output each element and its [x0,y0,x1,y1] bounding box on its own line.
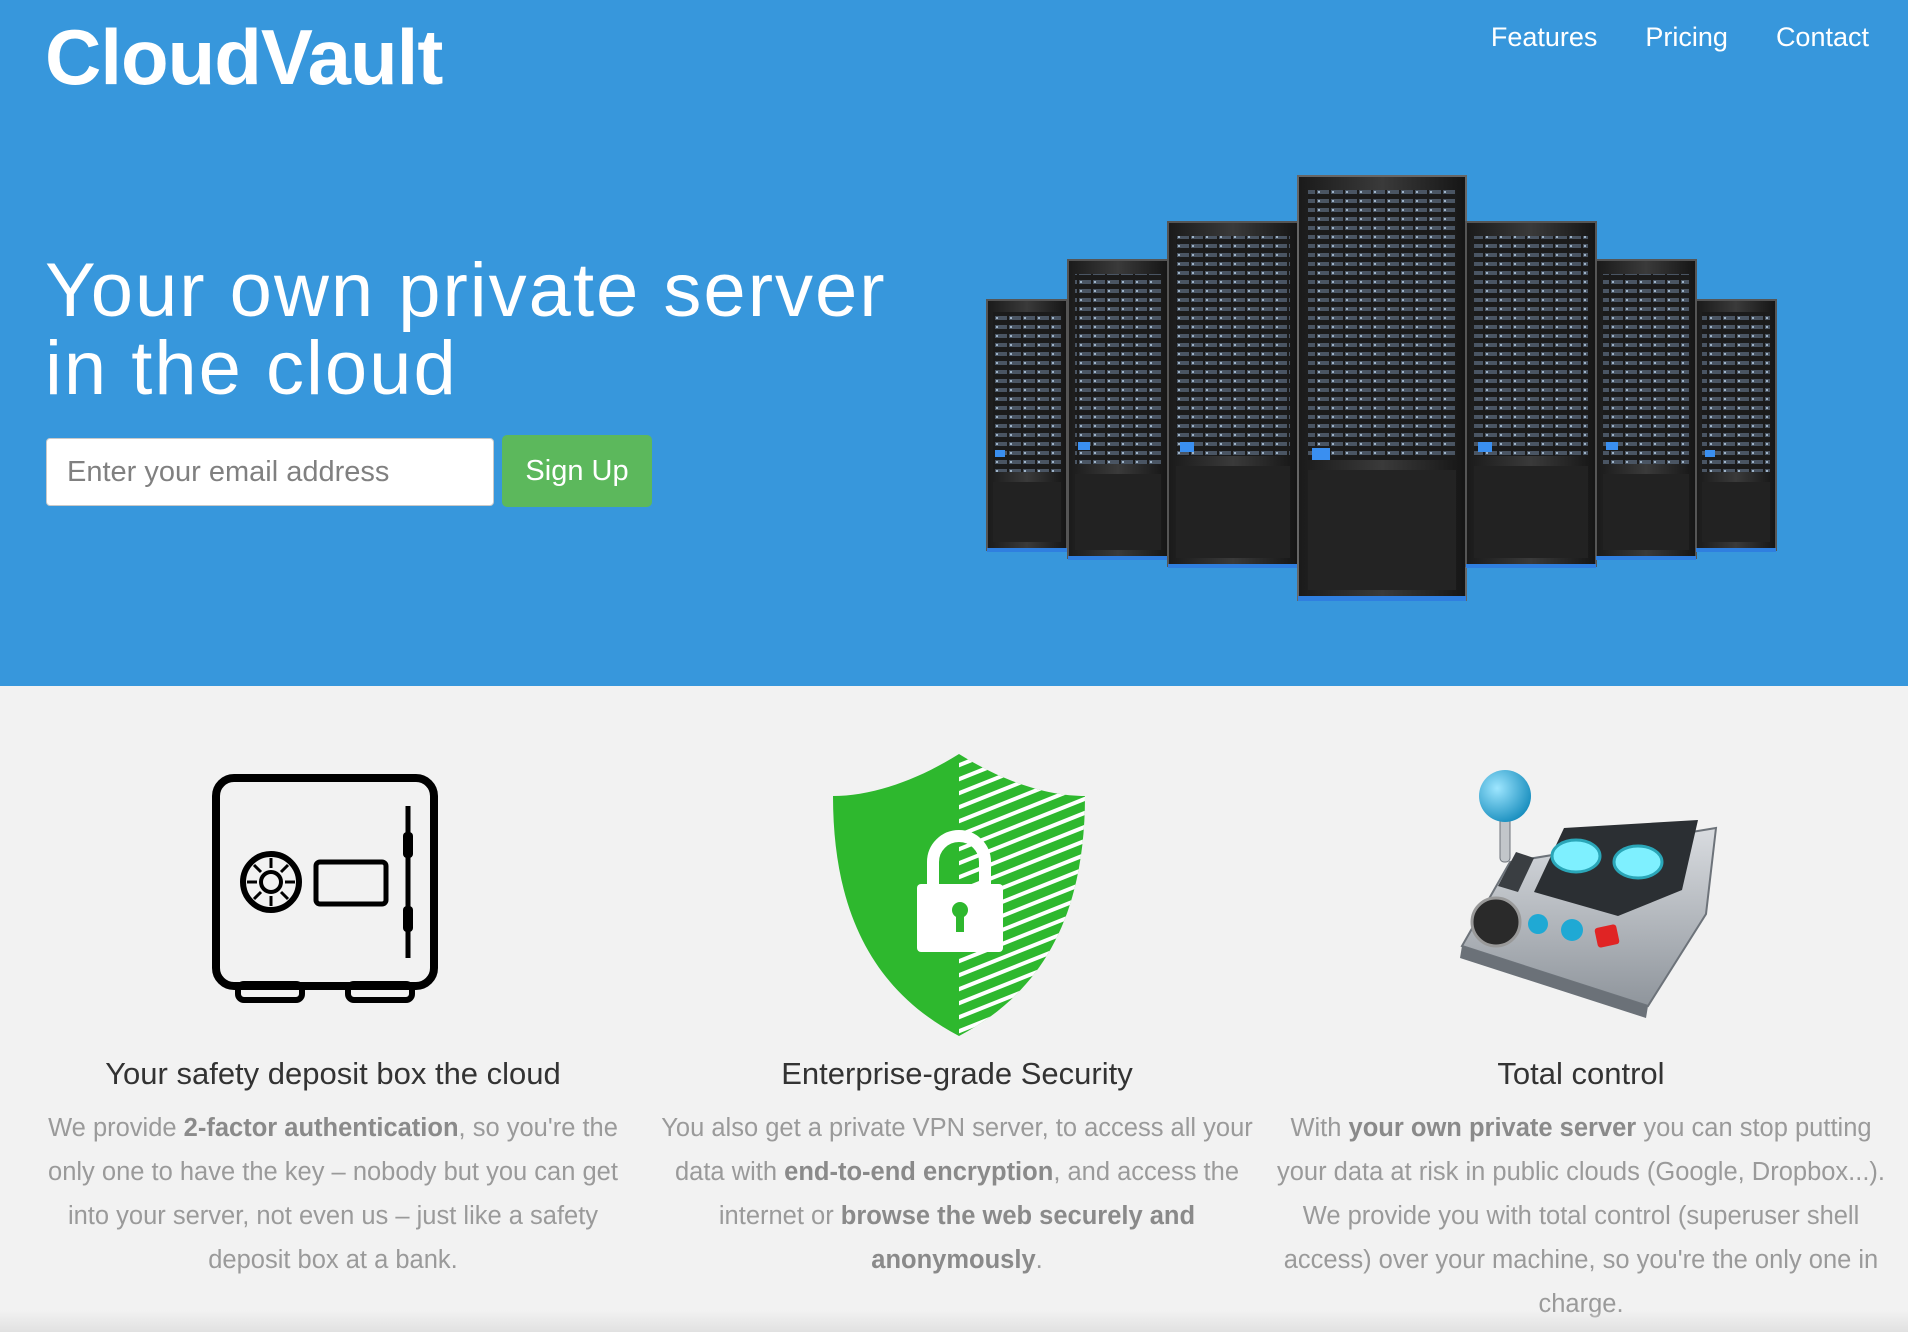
server-rack [1695,299,1777,552]
hero-headline-line2: in the cloud [45,326,458,411]
server-rack [1297,175,1467,601]
feature-description: With your own private server you can sto… [1276,1106,1886,1326]
signup-form: Sign Up [46,435,652,507]
server-rack [1067,259,1169,560]
shield-lock-icon [833,754,1085,1036]
signup-button[interactable]: Sign Up [502,435,652,507]
feature-description: We provide 2-factor authentication, so y… [28,1106,638,1282]
hero-section: CloudVault Features Pricing Contact Your… [0,0,1908,686]
email-input[interactable] [46,438,494,506]
nav-link-contact[interactable]: Contact [1776,22,1869,53]
joystick-control-panel-icon [1460,770,1718,1018]
hero-headline-line1: Your own private server [45,248,887,333]
top-nav: Features Pricing Contact [1491,22,1869,53]
server-rack [1595,259,1697,560]
emphasis-text: end-to-end encryption [784,1158,1054,1186]
emphasis-text: browse the web securely and anonymously [840,1202,1196,1274]
feature-title: Enterprise-grade Security [781,1056,1133,1091]
body-text: you can stop putting your data at risk i… [1276,1114,1886,1318]
body-text: With [1290,1114,1349,1142]
emphasis-text: your own private server [1348,1114,1637,1142]
feature-title: Total control [1497,1056,1665,1091]
body-text: . [1035,1246,1043,1274]
features-section: Your safety deposit box the cloud We pro… [0,686,1908,1332]
server-rack [1167,221,1299,568]
page-bottom-shadow [0,1310,1908,1332]
nav-link-features[interactable]: Features [1491,22,1598,53]
emphasis-text: 2-factor authentication [183,1114,459,1142]
server-rack [986,299,1068,552]
feature-title: Your safety deposit box the cloud [105,1056,561,1091]
server-rack [1465,221,1597,568]
body-text: We provide [48,1114,184,1142]
nav-link-pricing[interactable]: Pricing [1645,22,1728,53]
brand-logo[interactable]: CloudVault [45,12,443,103]
feature-description: You also get a private VPN server, to ac… [652,1106,1262,1282]
safe-icon [212,774,438,1003]
server-racks-illustration [986,175,1777,601]
hero-headline: Your own private server in the cloud [45,252,945,408]
